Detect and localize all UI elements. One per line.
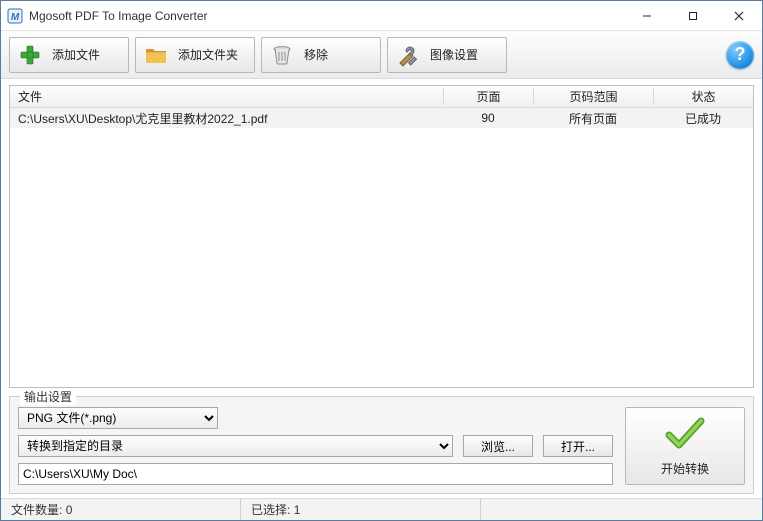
col-status[interactable]: 状态	[653, 88, 753, 105]
app-icon: M	[7, 8, 23, 24]
plus-icon	[18, 43, 42, 67]
file-count-value: 0	[66, 503, 73, 517]
output-settings-group: 输出设置 PNG 文件(*.png) 转换到指定的目录 浏览... 打开...	[9, 396, 754, 494]
selected-value: 1	[294, 503, 301, 517]
app-window: M Mgosoft PDF To Image Converter 添加文件	[0, 0, 763, 521]
file-list-body[interactable]: C:\Users\XU\Desktop\尤克里里教材2022_1.pdf 90 …	[10, 108, 753, 387]
file-list-row[interactable]: C:\Users\XU\Desktop\尤克里里教材2022_1.pdf 90 …	[10, 108, 753, 128]
statusbar: 文件数量: 0 已选择: 1	[1, 498, 762, 520]
cell-status: 已成功	[653, 110, 753, 127]
output-settings-legend: 输出设置	[20, 388, 76, 405]
browse-button[interactable]: 浏览...	[463, 435, 533, 457]
add-folder-label: 添加文件夹	[178, 46, 238, 63]
toolbar: 添加文件 添加文件夹 移除 图像设置 ?	[1, 31, 762, 79]
add-folder-button[interactable]: 添加文件夹	[135, 37, 255, 73]
remove-button[interactable]: 移除	[261, 37, 381, 73]
folder-icon	[144, 43, 168, 67]
titlebar: M Mgosoft PDF To Image Converter	[1, 1, 762, 31]
check-icon	[663, 415, 707, 454]
status-spacer	[481, 499, 762, 520]
file-list: 文件 页面 页码范围 状态 C:\Users\XU\Desktop\尤克里里教材…	[9, 85, 754, 388]
tools-icon	[396, 43, 420, 67]
status-file-count: 文件数量: 0	[1, 499, 241, 520]
col-file[interactable]: 文件	[10, 88, 443, 105]
remove-label: 移除	[304, 46, 328, 63]
add-file-label: 添加文件	[52, 46, 100, 63]
close-button[interactable]	[716, 1, 762, 30]
col-range[interactable]: 页码范围	[533, 88, 653, 105]
image-settings-button[interactable]: 图像设置	[387, 37, 507, 73]
svg-text:M: M	[11, 12, 20, 23]
file-list-header: 文件 页面 页码范围 状态	[10, 86, 753, 108]
col-pages[interactable]: 页面	[443, 88, 533, 105]
start-convert-button[interactable]: 开始转换	[625, 407, 745, 485]
trash-icon	[270, 43, 294, 67]
destination-select[interactable]: 转换到指定的目录	[18, 435, 453, 457]
help-button[interactable]: ?	[726, 41, 754, 69]
cell-file: C:\Users\XU\Desktop\尤克里里教材2022_1.pdf	[10, 110, 443, 127]
window-title: Mgosoft PDF To Image Converter	[29, 9, 624, 23]
window-controls	[624, 1, 762, 30]
help-icon: ?	[735, 44, 746, 65]
minimize-button[interactable]	[624, 1, 670, 30]
open-button[interactable]: 打开...	[543, 435, 613, 457]
maximize-button[interactable]	[670, 1, 716, 30]
start-convert-label: 开始转换	[661, 460, 709, 477]
status-selected: 已选择: 1	[241, 499, 481, 520]
add-file-button[interactable]: 添加文件	[9, 37, 129, 73]
format-select[interactable]: PNG 文件(*.png)	[18, 407, 218, 429]
output-path-input[interactable]	[18, 463, 613, 485]
cell-pages: 90	[443, 111, 533, 125]
content-area: 文件 页面 页码范围 状态 C:\Users\XU\Desktop\尤克里里教材…	[1, 79, 762, 498]
file-count-label: 文件数量:	[11, 501, 62, 518]
cell-range: 所有页面	[533, 110, 653, 127]
selected-label: 已选择:	[251, 501, 290, 518]
image-settings-label: 图像设置	[430, 46, 478, 63]
